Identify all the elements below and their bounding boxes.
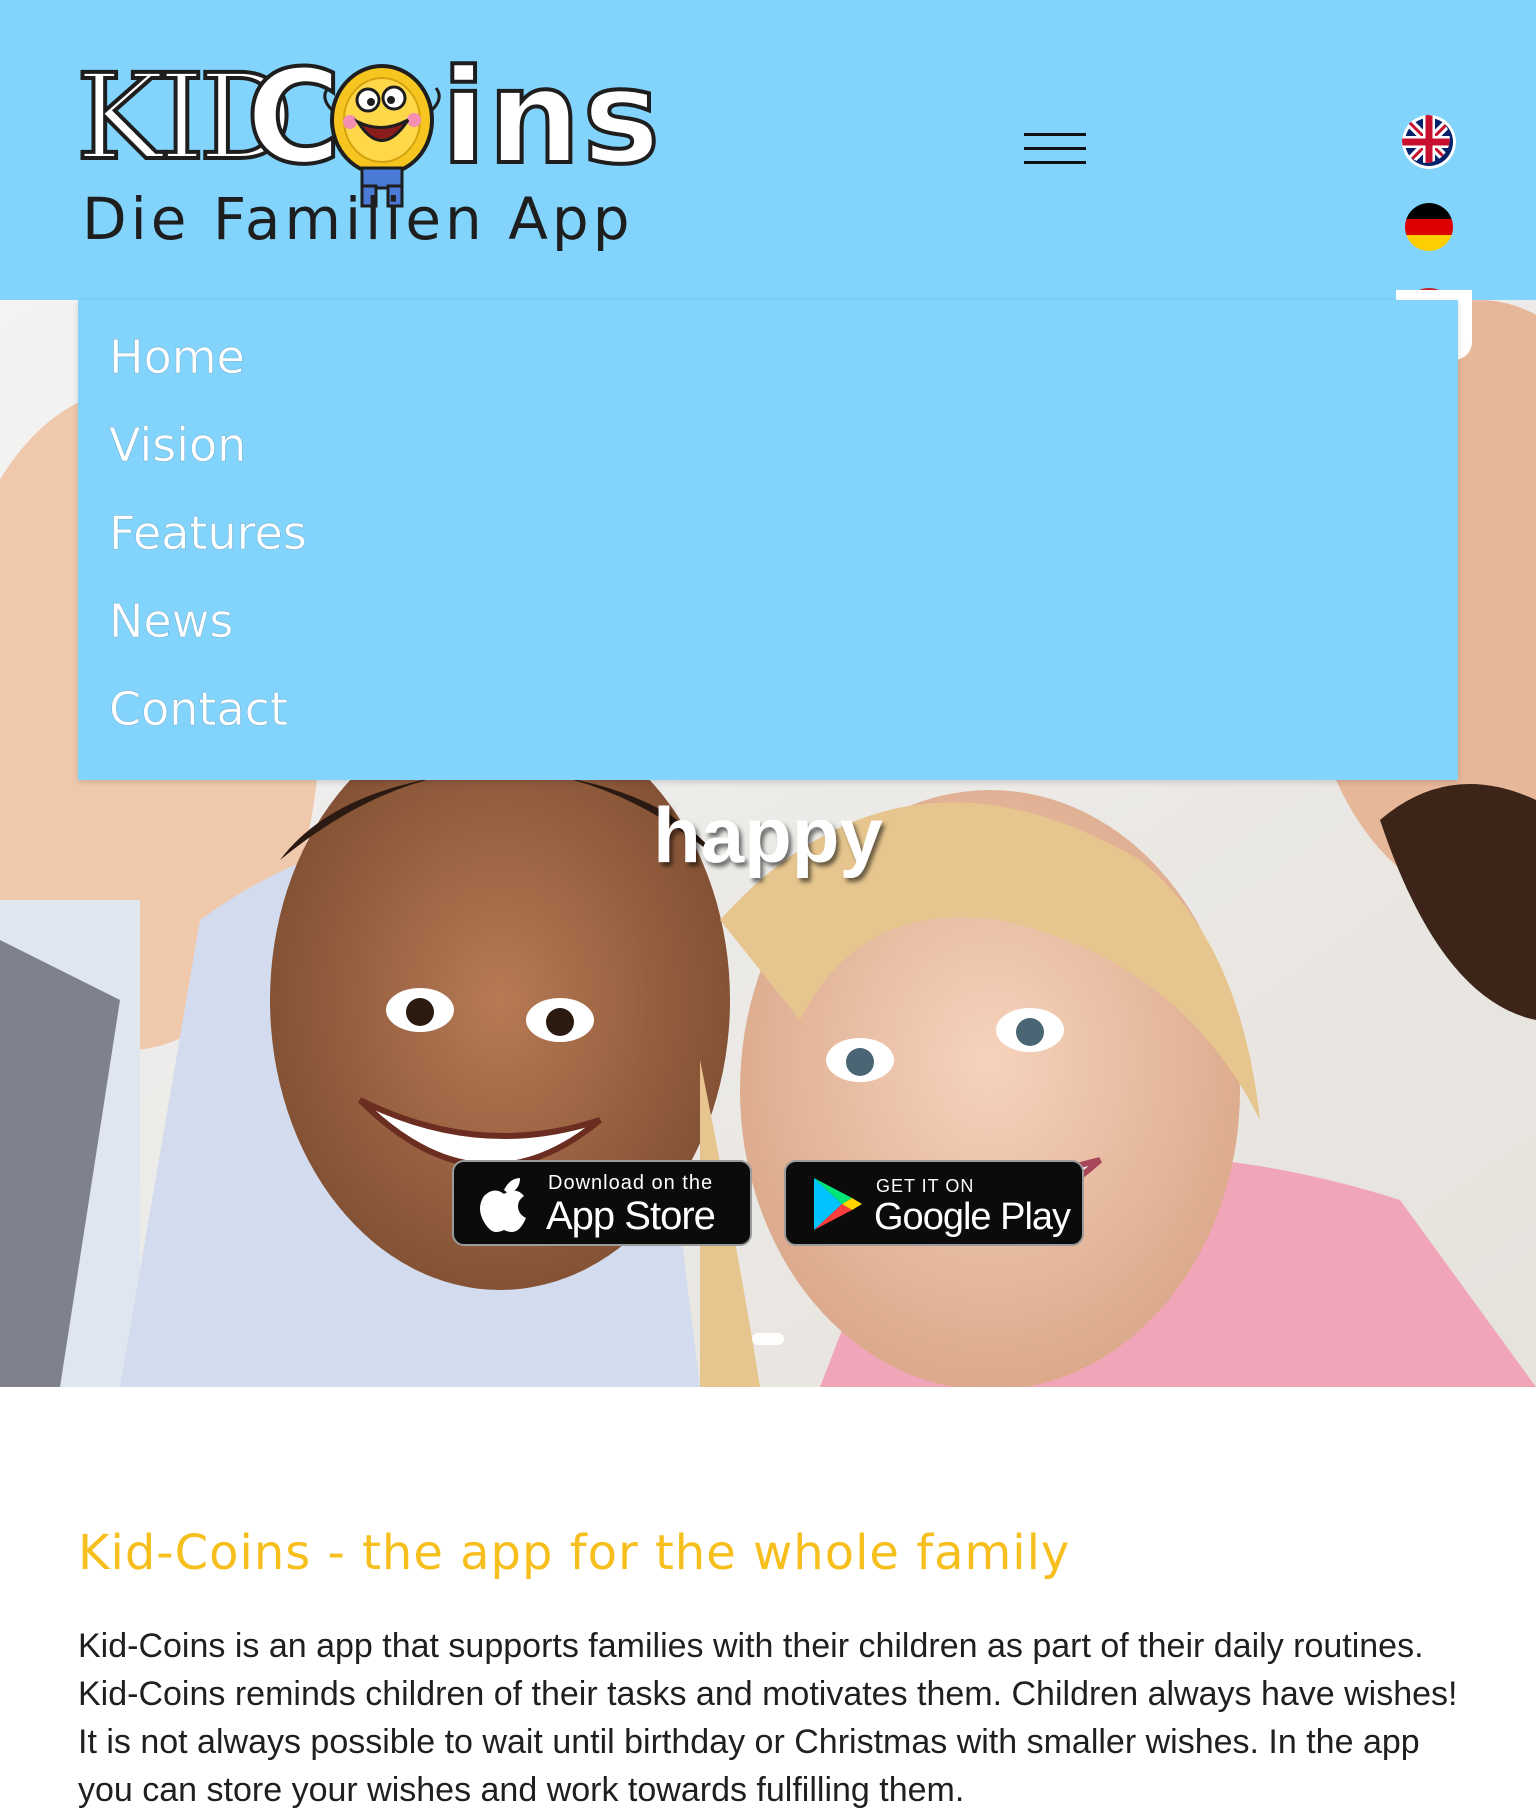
- nav-item-home[interactable]: Home: [109, 330, 245, 385]
- google-play-big-label: Google Play: [874, 1196, 1071, 1238]
- hero-headline: happy: [653, 791, 883, 879]
- kidcoins-logo[interactable]: KID Coins Die Familien App: [74, 22, 686, 282]
- google-play-button[interactable]: GET IT ON Google Play: [784, 1160, 1084, 1246]
- language-german-button[interactable]: [1402, 200, 1456, 254]
- site-header: KID Coins Die Familien App: [0, 0, 1536, 300]
- germany-flag-icon: [1405, 203, 1453, 251]
- slider-dot[interactable]: [752, 1333, 784, 1345]
- section-body-text: Kid-Coins is an app that supports famili…: [78, 1627, 1458, 1809]
- logo-coins-rest: ins: [439, 41, 662, 193]
- nav-item-vision[interactable]: Vision: [109, 418, 247, 473]
- app-store-button[interactable]: Download on the App Store: [452, 1160, 752, 1246]
- nav-item-contact[interactable]: Contact: [109, 682, 289, 737]
- uk-flag-icon: [1402, 115, 1456, 169]
- hamburger-menu-button[interactable]: [1024, 130, 1086, 166]
- nav-dropdown: Home Vision Features News Contact: [78, 300, 1458, 780]
- section-title: Kid-Coins - the app for the whole family: [78, 1525, 1071, 1581]
- nav-item-news[interactable]: News: [109, 594, 234, 649]
- apple-icon: [480, 1178, 526, 1232]
- google-play-icon: [814, 1178, 862, 1230]
- logo-coins-text: Coins: [244, 50, 662, 184]
- logo-tagline: Die Familien App: [82, 185, 634, 253]
- google-play-small-label: GET IT ON: [876, 1176, 975, 1196]
- app-store-big-label: App Store: [546, 1194, 716, 1238]
- hamburger-line: [1024, 133, 1086, 136]
- hamburger-line: [1024, 161, 1086, 164]
- app-store-small-label: Download on the: [548, 1172, 714, 1194]
- nav-item-features[interactable]: Features: [109, 506, 307, 561]
- language-english-button[interactable]: [1402, 115, 1456, 169]
- hamburger-line: [1024, 147, 1086, 150]
